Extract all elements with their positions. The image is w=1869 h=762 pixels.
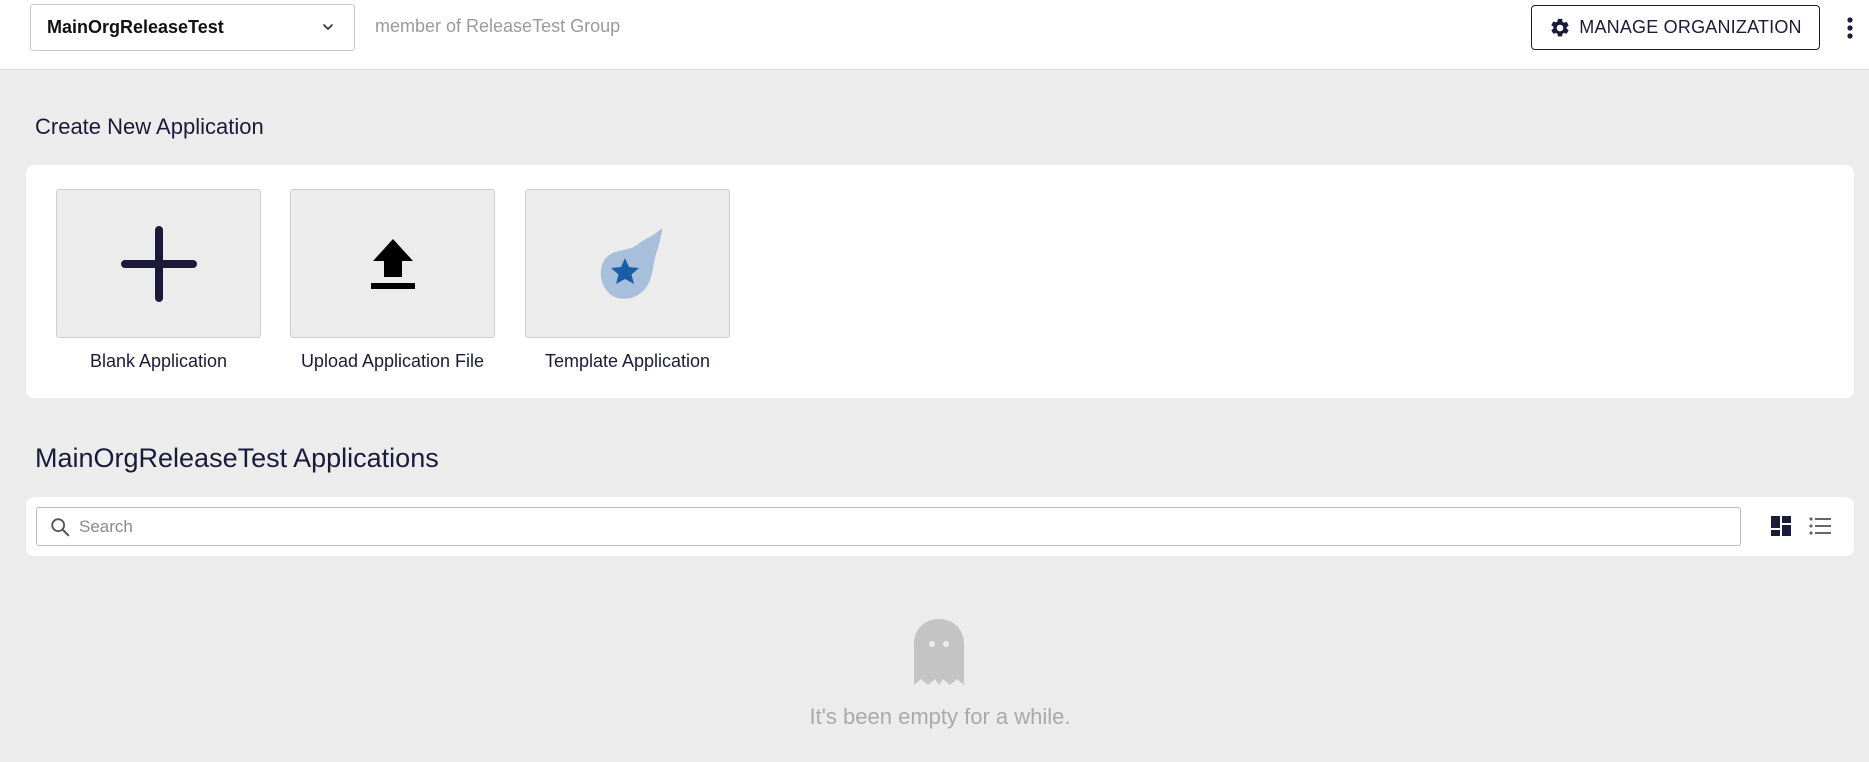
create-application-panel: Blank Application Upload Application Fil… [26,165,1854,398]
blank-application-tile[interactable]: Blank Application [56,189,261,372]
applications-toolbar [26,497,1854,556]
chevron-down-icon [323,24,333,30]
upload-application-label: Upload Application File [300,351,485,371]
search-field[interactable] [36,507,1741,546]
top-bar: MainOrgReleaseTest member of ReleaseTest… [0,0,1869,70]
upload-icon [370,238,415,289]
manage-organization-label: MANAGE ORGANIZATION [1579,17,1802,37]
list-view-icon[interactable] [1808,515,1832,537]
search-icon [51,517,70,536]
ghost-icon [914,619,964,685]
upload-application-tile[interactable]: Upload Application File [290,189,495,372]
organization-select-value: MainOrgReleaseTest [47,17,224,37]
template-application-tile[interactable]: Template Application [525,189,730,372]
template-application-label: Template Application [544,351,711,371]
upload-application-tile-box[interactable] [290,189,495,338]
gear-icon [1551,18,1569,36]
blank-application-label: Blank Application [89,351,228,371]
more-options-icon[interactable] [1840,14,1860,42]
blank-application-tile-box[interactable] [56,189,261,338]
search-input[interactable] [77,515,1740,538]
empty-state-text: It's been empty for a while. [809,704,1071,729]
template-application-tile-box[interactable] [525,189,730,338]
grid-view-icon[interactable] [1770,515,1792,537]
plus-icon [120,225,197,302]
manage-organization-button[interactable]: MANAGE ORGANIZATION [1531,5,1820,50]
create-section-title: Create New Application [35,114,264,139]
applications-section-title: MainOrgReleaseTest Applications [35,443,439,473]
membership-text: member of ReleaseTest Group [375,16,621,36]
organization-select[interactable]: MainOrgReleaseTest [30,4,355,51]
template-comet-star-icon [600,227,662,299]
